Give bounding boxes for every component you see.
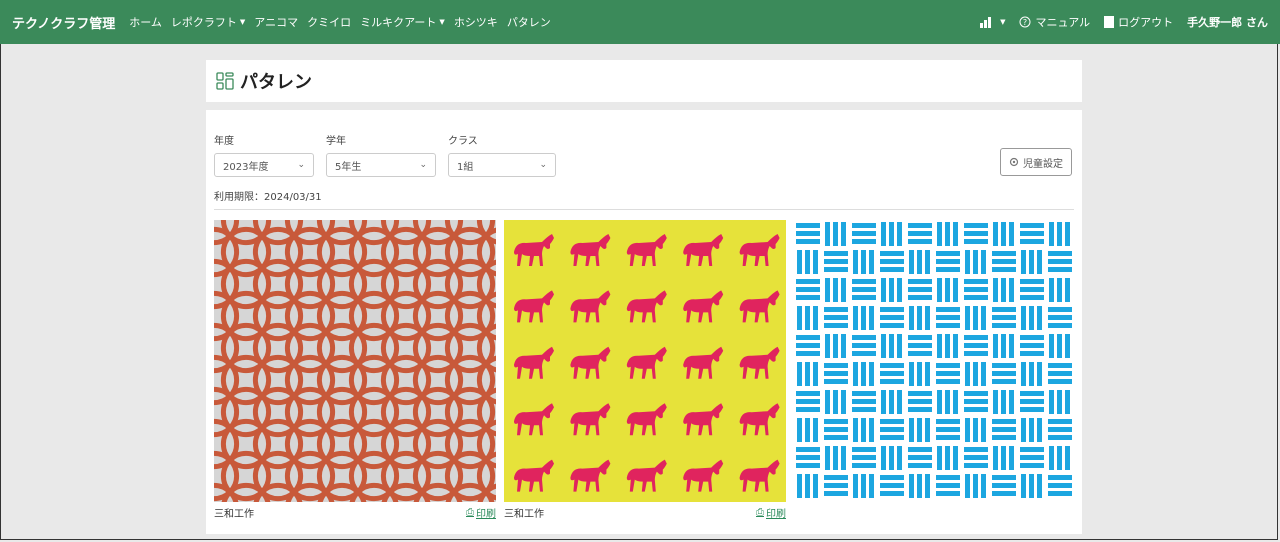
pattern-card[interactable]	[794, 220, 1076, 520]
weave-pattern-image[interactable]	[794, 220, 1076, 502]
chevron-down-icon: ⌄	[419, 160, 427, 170]
printer-icon: ⎙	[756, 507, 764, 518]
caret-down-icon: ▼	[1000, 18, 1006, 26]
title-card: パタレン	[206, 60, 1082, 102]
nav-item-label: クミイロ	[307, 16, 352, 29]
nav-item-milkiart[interactable]: ミルキクアート ▼	[360, 14, 445, 30]
print-link[interactable]: ⎙ 印刷	[466, 505, 496, 520]
top-navbar: テクノクラフ管理 ホーム レポクラフト ▼ アニコマ クミイロ ミルキクアート ▼ …	[0, 0, 1280, 44]
nav-item-label: ホシツキ	[453, 16, 498, 29]
print-label: 印刷	[476, 509, 496, 520]
nav-item-pataren[interactable]: パタレン	[507, 14, 551, 30]
user-name[interactable]: 手久野一郎 さん	[1187, 14, 1268, 30]
bar-chart-icon	[980, 17, 992, 28]
class-filter: クラス 1組 ⌄	[448, 132, 556, 177]
page-title: パタレン	[240, 72, 312, 93]
pattern-name: 三和工作	[214, 509, 254, 520]
nav-item-label: パタレン	[506, 16, 551, 29]
class-label: クラス	[448, 136, 478, 147]
manual-label: マニュアル	[1035, 16, 1091, 29]
grade-value: 5年生	[335, 161, 362, 173]
pattern-card[interactable]: 三和工作 ⎙ 印刷	[504, 220, 786, 520]
zebra-pattern-image[interactable]	[504, 220, 786, 502]
chevron-down-icon: ⌄	[539, 160, 547, 170]
print-label: 印刷	[766, 509, 786, 520]
grade-select[interactable]: 5年生 ⌄	[326, 153, 436, 177]
logout-link[interactable]: ログアウト	[1104, 14, 1173, 30]
chevron-down-icon: ⌄	[297, 160, 305, 170]
caret-down-icon: ▼	[439, 18, 445, 26]
nav-item-label: アニコマ	[254, 16, 299, 29]
pattern-footer: 三和工作 ⎙ 印刷	[214, 505, 496, 520]
nav-item-label: ホーム	[129, 16, 162, 29]
print-link[interactable]: ⎙ 印刷	[756, 505, 786, 520]
year-label: 年度	[214, 136, 234, 147]
child-settings-button[interactable]: 児童設定	[1000, 148, 1072, 176]
svg-text:?: ?	[1023, 18, 1027, 27]
shippo-pattern-image[interactable]	[214, 220, 496, 502]
year-select[interactable]: 2023年度 ⌄	[214, 153, 314, 177]
manual-link[interactable]: ? マニュアル	[1019, 14, 1090, 30]
nav-menu: ホーム レポクラフト ▼ アニコマ クミイロ ミルキクアート ▼ ホシツキ パタレン	[129, 14, 551, 30]
pattern-card[interactable]: 三和工作 ⎙ 印刷	[214, 220, 496, 520]
grid-icon	[216, 72, 234, 90]
logout-icon	[1104, 16, 1115, 28]
printer-icon: ⎙	[466, 507, 474, 518]
nav-item-label: ミルキクアート	[360, 16, 437, 29]
divider	[214, 209, 1074, 210]
nav-right: ▼ ? マニュアル ログアウト 手久野一郎 さん	[979, 14, 1268, 30]
nav-item-anikoma[interactable]: アニコマ	[254, 14, 298, 30]
child-settings-label: 児童設定	[1023, 158, 1063, 170]
grade-filter: 学年 5年生 ⌄	[326, 132, 436, 177]
filters: 年度 2023年度 ⌄ 学年 5年生 ⌄ クラス 1組 ⌄	[214, 132, 556, 177]
analytics-dropdown[interactable]: ▼	[979, 16, 1005, 28]
nav-item-repocraft[interactable]: レポクラフト ▼	[171, 14, 245, 30]
nav-item-label: レポクラフト	[170, 16, 237, 29]
class-value: 1組	[457, 161, 474, 173]
nav-item-hoshitsuki[interactable]: ホシツキ	[454, 14, 498, 30]
pattern-footer: 三和工作 ⎙ 印刷	[504, 505, 786, 520]
nav-item-kumiiro[interactable]: クミイロ	[307, 14, 351, 30]
class-select[interactable]: 1組 ⌄	[448, 153, 556, 177]
pattern-tiles: 三和工作 ⎙ 印刷 三和工作 ⎙ 印刷	[214, 220, 1076, 520]
year-value: 2023年度	[223, 161, 269, 173]
main-card: 年度 2023年度 ⌄ 学年 5年生 ⌄ クラス 1組 ⌄ 児童設定 利用期限：…	[206, 110, 1082, 534]
gear-icon	[1009, 157, 1019, 167]
nav-item-home[interactable]: ホーム	[129, 14, 162, 30]
question-circle-icon: ?	[1019, 16, 1031, 28]
brand[interactable]: テクノクラフ管理	[12, 13, 115, 32]
year-filter: 年度 2023年度 ⌄	[214, 132, 314, 177]
usage-period: 利用期限：2024/03/31	[214, 192, 322, 203]
logout-label: ログアウト	[1118, 16, 1174, 29]
grade-label: 学年	[326, 136, 346, 147]
pattern-name: 三和工作	[504, 509, 544, 520]
caret-down-icon: ▼	[239, 18, 246, 26]
